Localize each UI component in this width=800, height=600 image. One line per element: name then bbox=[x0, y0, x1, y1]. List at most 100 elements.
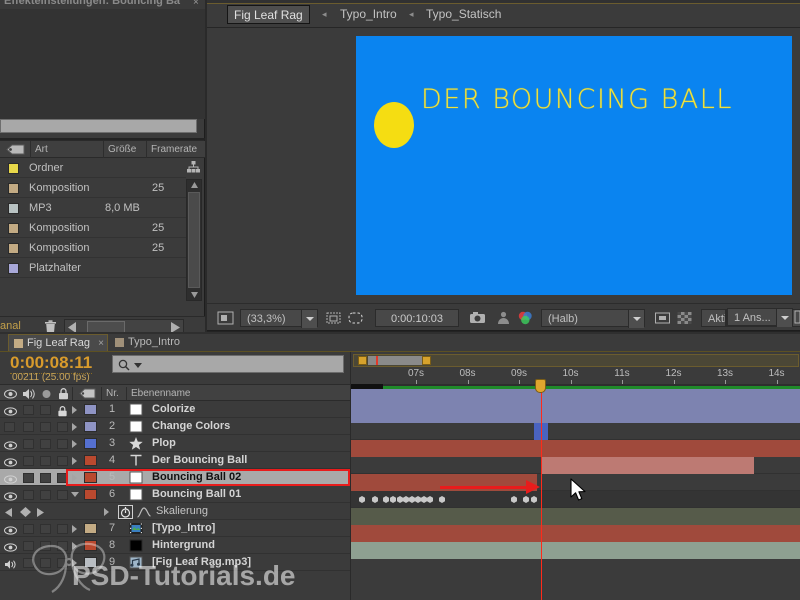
audio-toggle[interactable] bbox=[23, 405, 34, 415]
layer-duration-bar[interactable] bbox=[351, 508, 800, 525]
layer-color-swatch[interactable] bbox=[84, 421, 97, 432]
keyframe-marker[interactable] bbox=[403, 496, 409, 503]
expand-triangle-icon[interactable] bbox=[72, 542, 77, 550]
project-item-row[interactable]: Platzhalter bbox=[0, 258, 186, 278]
playhead-handle[interactable] bbox=[535, 379, 546, 393]
expand-triangle-icon[interactable] bbox=[104, 508, 109, 516]
effect-controls-selection-bar[interactable] bbox=[0, 119, 197, 133]
expand-triangle-icon[interactable] bbox=[72, 440, 77, 448]
solo-toggle[interactable] bbox=[40, 524, 51, 534]
audio-toggle[interactable] bbox=[23, 558, 34, 568]
scroll-up-icon[interactable] bbox=[190, 181, 199, 189]
expand-triangle-icon[interactable] bbox=[72, 423, 77, 431]
tab-typo-statisch[interactable]: Typo_Statisch bbox=[420, 5, 507, 24]
layer-name[interactable]: Bouncing Ball 02 bbox=[152, 469, 241, 486]
keyframe-marker[interactable] bbox=[427, 496, 433, 503]
layer-name[interactable]: Colorize bbox=[152, 401, 195, 418]
lock-toggle[interactable] bbox=[57, 439, 68, 449]
audio-toggle[interactable] bbox=[23, 439, 34, 449]
close-icon[interactable]: × bbox=[98, 335, 104, 352]
composition-canvas[interactable]: DER BOUNCING BALL bbox=[356, 36, 792, 295]
layer-name[interactable]: Hintergrund bbox=[152, 537, 215, 554]
playhead-line[interactable] bbox=[541, 384, 542, 600]
layer-name[interactable]: Der Bouncing Ball bbox=[152, 452, 247, 469]
project-col-art[interactable]: Art bbox=[30, 141, 103, 158]
close-icon[interactable]: × bbox=[193, 0, 202, 8]
snapshot-icon[interactable] bbox=[469, 310, 486, 326]
region-toggle-icon[interactable] bbox=[654, 310, 671, 326]
resolution-dropdown[interactable]: (Halb) bbox=[541, 309, 645, 328]
keyframe-marker[interactable] bbox=[397, 496, 403, 503]
effect-controls-titlebar[interactable]: Effekteinstellungen: Bouncing Ba × bbox=[0, 0, 205, 9]
audio-toggle[interactable] bbox=[23, 524, 34, 534]
project-item-row[interactable]: Komposition 25 bbox=[0, 238, 186, 258]
layer-name[interactable]: Bouncing Ball 01 bbox=[152, 486, 241, 503]
keyframe-marker[interactable] bbox=[523, 496, 529, 503]
keyframe-marker[interactable] bbox=[421, 496, 427, 503]
lock-icon[interactable] bbox=[58, 388, 69, 400]
keyframe-marker[interactable] bbox=[383, 496, 389, 503]
layer-row[interactable]: 7 [Typo_Intro] bbox=[0, 520, 350, 537]
audio-toggle[interactable] bbox=[23, 456, 34, 466]
chevron-down-icon[interactable] bbox=[628, 310, 644, 328]
composition-viewer[interactable]: DER BOUNCING BALL bbox=[207, 28, 800, 303]
tab-fig-leaf-rag[interactable]: Fig Leaf Rag bbox=[227, 5, 310, 24]
expand-triangle-icon[interactable] bbox=[71, 492, 79, 501]
solo-toggle[interactable] bbox=[40, 405, 51, 415]
project-item-row[interactable]: Komposition 25 bbox=[0, 218, 186, 238]
layer-row[interactable]: 1 Colorize bbox=[0, 401, 350, 418]
keyframe-prev-icon[interactable] bbox=[4, 508, 13, 517]
work-area-bar[interactable] bbox=[353, 354, 799, 367]
chevron-down-icon[interactable] bbox=[776, 309, 792, 327]
keyframe-marker[interactable] bbox=[372, 496, 378, 503]
layer-duration-bar[interactable] bbox=[351, 542, 800, 559]
layer-duration-bar[interactable] bbox=[351, 389, 800, 406]
keyframe-marker[interactable] bbox=[531, 496, 537, 503]
solo-toggle[interactable] bbox=[40, 541, 51, 551]
chevron-down-icon[interactable] bbox=[134, 363, 142, 368]
keyframe-marker[interactable] bbox=[390, 496, 396, 503]
project-scrollbar[interactable] bbox=[186, 179, 202, 301]
solo-toggle[interactable] bbox=[40, 473, 51, 483]
tab-typo-intro[interactable]: Typo_Intro bbox=[334, 5, 403, 24]
hierarchy-icon[interactable] bbox=[186, 160, 201, 175]
lock-toggle[interactable] bbox=[57, 456, 68, 466]
keyframe-diamond-icon[interactable] bbox=[20, 507, 31, 517]
audio-toggle[interactable] bbox=[23, 473, 34, 483]
project-item-row[interactable]: Ordner bbox=[0, 158, 186, 178]
solo-toggle[interactable] bbox=[40, 422, 51, 432]
lock-toggle[interactable] bbox=[57, 558, 68, 568]
eye-icon-off[interactable] bbox=[4, 422, 15, 432]
always-preview-icon[interactable] bbox=[217, 310, 234, 326]
track-row[interactable] bbox=[351, 440, 800, 457]
track-row[interactable] bbox=[351, 542, 800, 559]
solo-toggle[interactable] bbox=[40, 439, 51, 449]
solo-toggle[interactable] bbox=[40, 558, 51, 568]
eye-icon[interactable] bbox=[4, 388, 17, 400]
track-row[interactable] bbox=[351, 423, 800, 440]
property-row-skalierung[interactable]: Skalierung bbox=[0, 503, 350, 520]
solo-icon[interactable] bbox=[41, 389, 52, 399]
solo-toggle[interactable] bbox=[40, 456, 51, 466]
solo-toggle[interactable] bbox=[40, 490, 51, 500]
layer-color-swatch[interactable] bbox=[84, 523, 97, 534]
layer-color-swatch[interactable] bbox=[84, 472, 97, 483]
project-col-size[interactable]: Größe bbox=[103, 141, 146, 158]
audio-toggle[interactable] bbox=[23, 422, 34, 432]
audio-toggle[interactable] bbox=[23, 490, 34, 500]
project-col-framerate[interactable]: Framerate bbox=[146, 141, 205, 158]
layer-color-swatch[interactable] bbox=[84, 455, 97, 466]
zoom-dropdown[interactable]: (33,3%) bbox=[240, 309, 318, 328]
keyframe-marker[interactable] bbox=[415, 496, 421, 503]
views-dropdown[interactable]: 1 Ans... bbox=[727, 308, 793, 327]
expand-triangle-icon[interactable] bbox=[72, 406, 77, 414]
keyframe-marker[interactable] bbox=[409, 496, 415, 503]
keyframe-marker[interactable] bbox=[439, 496, 445, 503]
layer-row[interactable]: 3 Plop bbox=[0, 435, 350, 452]
layer-duration-bar[interactable] bbox=[351, 440, 800, 457]
expand-triangle-icon[interactable] bbox=[72, 457, 77, 465]
track-row[interactable] bbox=[351, 457, 800, 474]
work-area-start-handle[interactable] bbox=[358, 356, 367, 365]
layer-color-swatch[interactable] bbox=[84, 404, 97, 415]
layer-name[interactable]: [Typo_Intro] bbox=[152, 520, 215, 537]
